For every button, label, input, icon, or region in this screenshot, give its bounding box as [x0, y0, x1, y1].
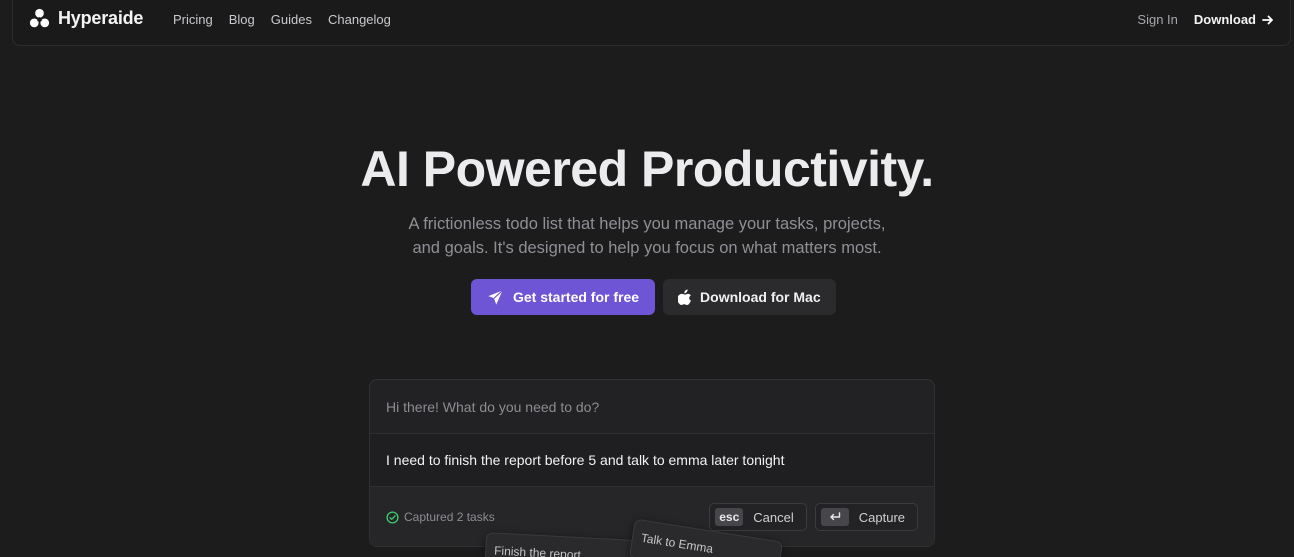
nav-actions: Sign In Download [1137, 12, 1274, 27]
enter-key-icon [830, 512, 840, 521]
apple-icon [678, 289, 692, 305]
nav-link-guides[interactable]: Guides [271, 12, 312, 27]
hyperaide-logo-icon [29, 8, 50, 28]
download-link-label: Download [1193, 12, 1256, 27]
download-link[interactable]: Download [1194, 12, 1274, 27]
cancel-button[interactable]: esc Cancel [709, 503, 807, 531]
get-started-label: Get started for free [513, 289, 640, 305]
brand-logo[interactable]: Hyperaide [29, 8, 143, 29]
panel-actions: esc Cancel Capture [709, 503, 918, 531]
paper-plane-icon [488, 289, 503, 305]
assistant-prompt: Hi there! What do you need to do? [370, 380, 934, 434]
nav-links: Pricing Blog Guides Changelog [173, 12, 391, 27]
task-input[interactable]: I need to finish the report before 5 and… [370, 434, 934, 487]
arrow-right-icon [1262, 15, 1273, 24]
brand-name: Hyperaide [58, 8, 144, 28]
nav-link-pricing[interactable]: Pricing [173, 12, 213, 27]
nav-link-blog[interactable]: Blog [229, 12, 255, 27]
capture-button[interactable]: Capture [814, 503, 918, 531]
download-mac-label: Download for Mac [700, 289, 821, 305]
capture-status-text: Captured 2 tasks [404, 510, 495, 524]
check-circle-icon [386, 510, 399, 524]
cta-row: Get started for free Download for Mac [471, 279, 836, 315]
capture-label: Capture [858, 509, 905, 525]
download-mac-button[interactable]: Download for Mac [663, 279, 836, 315]
cancel-label: Cancel [753, 509, 794, 525]
hero-subtitle-line-1: A frictionless todo list that helps you … [408, 215, 886, 233]
capture-status: Captured 2 tasks [386, 510, 495, 524]
top-navbar: Hyperaide Pricing Blog Guides Changelog … [12, 0, 1291, 46]
hero-title: AI Powered Productivity. [360, 141, 934, 197]
enter-key-badge [820, 508, 849, 526]
get-started-button[interactable]: Get started for free [471, 279, 656, 315]
sign-in-link[interactable]: Sign In [1137, 12, 1177, 27]
nav-link-changelog[interactable]: Changelog [328, 12, 391, 27]
hero-subtitle-line-2: and goals. It's designed to help you foc… [412, 239, 882, 257]
esc-key-badge: esc [715, 508, 744, 526]
hero-subtitle: A frictionless todo list that helps you … [397, 212, 897, 260]
